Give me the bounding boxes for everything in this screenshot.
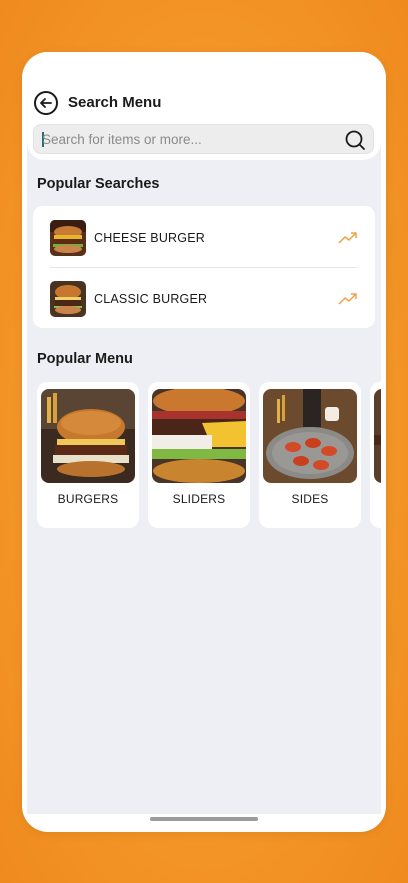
classic-burger-thumbnail (50, 281, 86, 317)
search-icon[interactable] (344, 129, 366, 151)
burgers-image (41, 389, 135, 483)
search-bar[interactable] (33, 124, 374, 154)
popular-searches-title: Popular Searches (37, 176, 160, 192)
menu-card-label: SIDES (291, 492, 329, 506)
header: Search Menu (27, 52, 381, 160)
menu-card-sides[interactable]: SIDES (259, 382, 361, 528)
menu-card-burgers[interactable]: BURGERS (37, 382, 139, 528)
search-input[interactable] (42, 125, 332, 153)
popular-search-item[interactable]: CHEESE BURGER (50, 219, 358, 257)
arrow-left-icon (40, 98, 52, 108)
menu-card-sliders[interactable]: SLIDERS (148, 382, 250, 528)
popular-search-item[interactable]: CLASSIC BURGER (50, 280, 358, 318)
home-indicator[interactable] (150, 817, 258, 821)
menu-card-label: SLIDERS (172, 492, 226, 506)
popular-menu-title: Popular Menu (37, 351, 133, 367)
cheese-burger-thumbnail (50, 220, 86, 256)
back-button[interactable] (34, 91, 58, 115)
sliders-image (152, 389, 246, 483)
popular-search-label: CHEESE BURGER (94, 231, 205, 245)
divider (50, 267, 357, 268)
menu-card-label: BURGERS (57, 492, 119, 506)
trending-up-icon (338, 232, 357, 244)
popular-search-label: CLASSIC BURGER (94, 292, 208, 306)
menu-card-partial[interactable] (370, 382, 381, 528)
popular-searches-card: CHEESE BURGER CLASSIC BURGER (33, 206, 375, 328)
page-title: Search Menu (68, 94, 162, 111)
app-screen: Search Menu Popular Searches (27, 52, 381, 814)
partial-menu-image (374, 389, 381, 483)
popular-menu-carousel[interactable]: BURGERS SLIDERS SIDES (37, 382, 381, 528)
trending-up-icon (338, 293, 357, 305)
sides-image (263, 389, 357, 483)
phone-frame: Search Menu Popular Searches (22, 52, 386, 832)
